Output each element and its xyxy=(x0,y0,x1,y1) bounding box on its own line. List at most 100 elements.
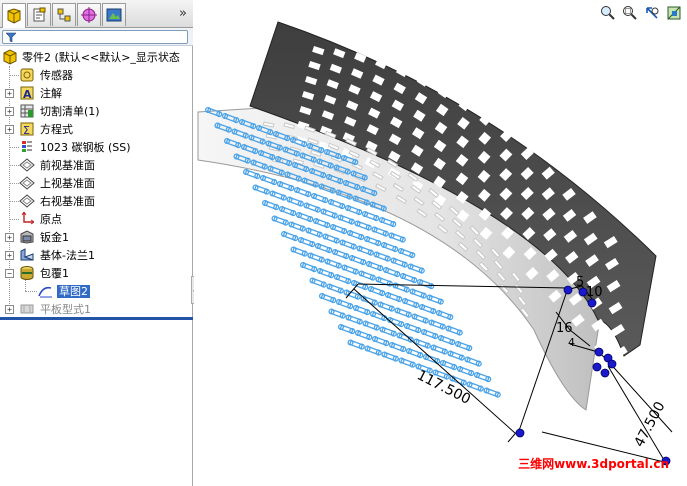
sketch-slot xyxy=(320,208,338,219)
sketch-slot xyxy=(259,174,278,186)
section-view-button[interactable] xyxy=(664,4,683,22)
tree-item-label: 前视基准面 xyxy=(40,159,95,172)
equation-icon: Σ xyxy=(19,121,35,137)
dimxpert-tab[interactable] xyxy=(77,3,101,26)
dimension-d4-text[interactable]: 4 xyxy=(568,336,575,349)
sketch-slot xyxy=(329,223,348,235)
sketch-slot xyxy=(352,304,371,316)
tree-item-flat-pattern[interactable]: + 平板型式1 xyxy=(0,300,193,318)
dimension-d1-text[interactable]: 10 xyxy=(586,285,603,300)
display-manager-tab[interactable] xyxy=(102,3,126,26)
sketch-slot xyxy=(396,332,414,343)
plane-icon xyxy=(19,175,35,191)
tree-item-label: 注解 xyxy=(40,87,62,100)
manager-tabbar: » xyxy=(0,0,193,28)
expand-toggle[interactable]: + xyxy=(5,304,14,314)
tree-item-material[interactable]: 1023 碳钢板 (SS) xyxy=(0,138,193,156)
tree-item-front-plane[interactable]: 前视基准面 xyxy=(0,156,193,174)
tree-filter-input[interactable] xyxy=(2,30,188,44)
tree-branch xyxy=(9,183,19,184)
cutlist-icon xyxy=(19,103,35,119)
previous-view-button[interactable] xyxy=(642,4,661,22)
expand-toggle[interactable]: + xyxy=(5,106,14,116)
zoom-area-button[interactable] xyxy=(620,4,639,22)
sketch-slot xyxy=(384,291,403,303)
tree-item-label: 右视基准面 xyxy=(40,195,95,208)
sketch-slot xyxy=(364,345,382,356)
tree-item-equations[interactable]: + Σ 方程式 xyxy=(0,120,193,138)
sketch-slot xyxy=(318,292,337,304)
sketch-slot xyxy=(290,246,308,257)
sketch-slot xyxy=(322,233,340,244)
sensor-icon xyxy=(19,67,35,83)
more-tabs-chevron[interactable]: » xyxy=(179,6,187,21)
sketch-slot xyxy=(401,297,420,309)
tree-root-part[interactable]: 零件2 (默认<<默认>_显示状态 xyxy=(2,48,180,66)
tree-item-wrap[interactable]: − 包覆1 xyxy=(0,264,193,282)
origin-icon xyxy=(19,211,35,227)
tree-item-cutlist[interactable]: + 切割清单(1) xyxy=(0,102,193,120)
expand-toggle[interactable]: + xyxy=(5,124,14,134)
sketch-slot xyxy=(483,387,501,398)
sketch-slot xyxy=(454,340,473,352)
zoom-to-fit-button[interactable] xyxy=(598,4,617,22)
sketch-slot xyxy=(371,226,389,237)
sketch-slot xyxy=(409,288,427,299)
tree-item-top-plane[interactable]: 上视基准面 xyxy=(0,174,193,192)
sketch-slot xyxy=(327,198,346,210)
configurationmanager-tab[interactable] xyxy=(52,3,76,26)
sketch-slot xyxy=(307,252,325,263)
sketch-slot xyxy=(293,186,312,198)
sketch-slot xyxy=(388,341,407,353)
sketch-slot xyxy=(345,314,363,325)
sketch-slot xyxy=(428,319,446,330)
sketch-slot xyxy=(456,365,475,377)
expand-toggle[interactable]: + xyxy=(5,250,14,260)
sketch-slot xyxy=(356,245,374,256)
section-view-icon xyxy=(667,6,680,20)
collapse-toggle[interactable]: − xyxy=(5,268,14,278)
sketch-slot xyxy=(407,263,425,274)
tree-item-base-flange[interactable]: + 基体-法兰1 xyxy=(0,246,193,264)
display-icon xyxy=(106,8,122,22)
dimension-d3-text[interactable]: 16 xyxy=(556,321,573,336)
tree-item-sketch[interactable]: 草图2 xyxy=(0,280,193,300)
tree-item-label: 切割清单(1) xyxy=(40,105,100,118)
tree-item-annotations[interactable]: + A 注解 xyxy=(0,84,193,102)
sketch-slot xyxy=(426,294,444,305)
expand-toggle[interactable]: + xyxy=(5,232,14,242)
sketch-slot xyxy=(375,276,393,287)
tree-item-sensors[interactable]: 传感器 xyxy=(0,66,193,84)
sketch-slot xyxy=(341,264,359,275)
tree-item-label: 草图2 xyxy=(57,285,90,298)
tree-item-label-wrapper: 草图2 xyxy=(57,283,90,299)
dimension-width-text[interactable]: 47.500 xyxy=(631,399,668,450)
sketch-slot xyxy=(280,230,299,242)
zoom-area-icon xyxy=(622,6,637,20)
tree-branch xyxy=(9,201,19,202)
sketch-slot xyxy=(271,215,289,226)
sketch-slot xyxy=(312,217,331,229)
sketch-slot xyxy=(437,334,456,346)
crosshair-icon xyxy=(81,7,97,23)
sketch-slot xyxy=(333,273,352,285)
sketch-slot xyxy=(382,266,401,278)
sketch-slot xyxy=(286,196,304,207)
tree-item-origin[interactable]: 原点 xyxy=(0,210,193,228)
sketch-slot xyxy=(299,261,318,273)
sketch-slot xyxy=(309,277,327,288)
propertymanager-tab[interactable] xyxy=(27,3,51,26)
sketch-slot xyxy=(278,205,297,217)
featuremanager-tab[interactable] xyxy=(2,3,26,28)
expand-toggle[interactable]: + xyxy=(5,88,14,98)
sketch-slot xyxy=(435,309,454,321)
sketch-slot xyxy=(416,278,435,290)
rollback-bar[interactable] xyxy=(0,317,193,320)
sketch-slot xyxy=(297,236,316,248)
tree-item-right-plane[interactable]: 右视基准面 xyxy=(0,192,193,210)
graphics-area[interactable]: 117.500 47.500 10 5 16 4 三维网www.3dportal… xyxy=(194,0,687,486)
sketch-slot xyxy=(405,347,424,359)
sketch-slot xyxy=(288,221,306,232)
model-viewport: 117.500 47.500 10 5 16 4 xyxy=(197,21,673,466)
tree-item-sheetmetal[interactable]: + 钣金1 xyxy=(0,228,193,246)
